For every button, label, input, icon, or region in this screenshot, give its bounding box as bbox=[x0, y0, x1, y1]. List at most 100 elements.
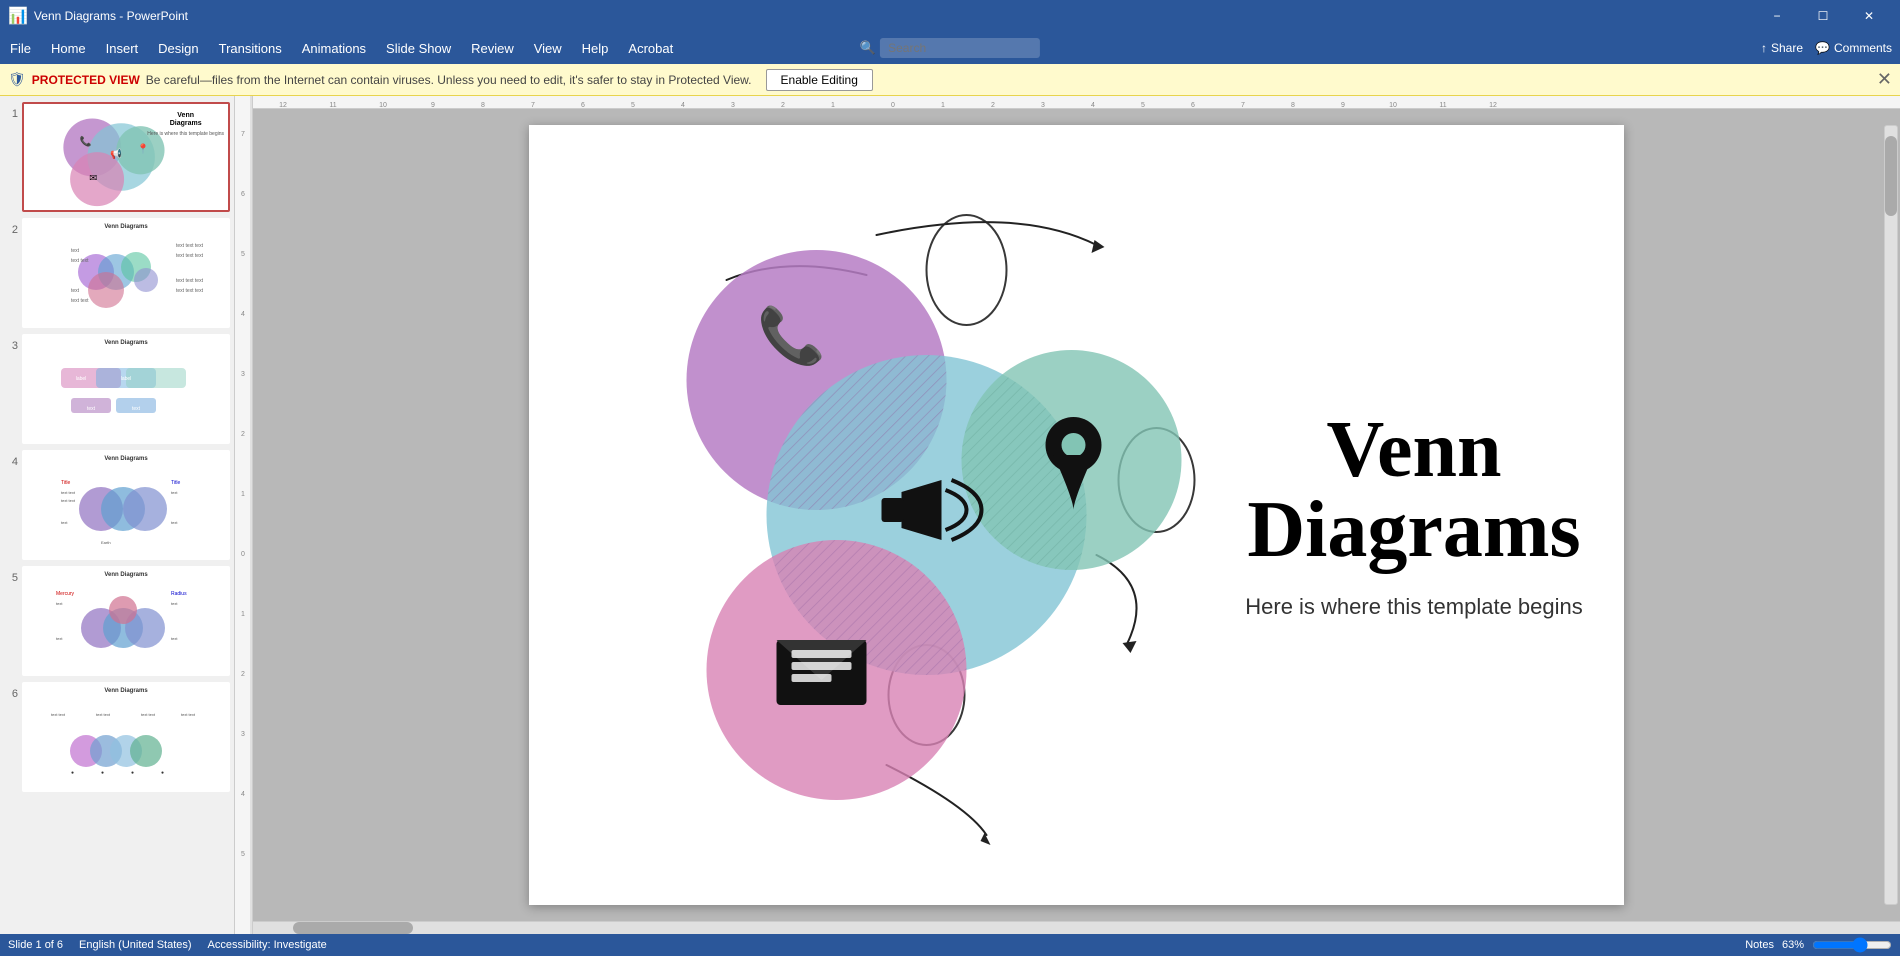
svg-text:text text: text text bbox=[96, 712, 111, 717]
slide-thumb-3[interactable]: 3 Venn Diagrams label label text text bbox=[4, 334, 230, 444]
slide-title-area: Venn Diagrams Here is where this templat… bbox=[1204, 125, 1624, 905]
svg-text:📍: 📍 bbox=[137, 143, 149, 155]
svg-text:1: 1 bbox=[241, 491, 245, 498]
svg-text:text: text bbox=[56, 636, 63, 641]
svg-text:4: 4 bbox=[241, 791, 245, 798]
svg-text:text: text bbox=[132, 406, 141, 412]
notes-button[interactable]: Notes bbox=[1745, 939, 1774, 951]
svg-text:8: 8 bbox=[481, 102, 485, 109]
app-icon: 📊 bbox=[8, 6, 28, 26]
comment-icon: 💬 bbox=[1815, 41, 1830, 55]
svg-text:Earth: Earth bbox=[101, 540, 111, 545]
horizontal-ruler: 12 11 10 9 8 7 6 5 4 3 2 1 0 1 2 3 4 5 6… bbox=[253, 96, 1900, 109]
svg-text:text text text: text text text bbox=[176, 278, 204, 284]
canvas-area: 12 11 10 9 8 7 6 5 4 3 2 1 0 1 2 3 4 5 6… bbox=[253, 96, 1900, 934]
slide-main-title: Venn Diagrams bbox=[1247, 410, 1580, 570]
slide-thumb-1[interactable]: 1 📞 📢 ✉ 📍 bbox=[4, 102, 230, 212]
slide-count: Slide 1 of 6 bbox=[8, 939, 63, 951]
svg-text:5: 5 bbox=[1141, 102, 1145, 109]
menu-item-acrobat[interactable]: Acrobat bbox=[618, 37, 683, 60]
close-protected-bar[interactable]: ✕ bbox=[1877, 69, 1892, 90]
horizontal-scrollbar[interactable] bbox=[253, 921, 1900, 934]
svg-text:11: 11 bbox=[1439, 102, 1446, 109]
svg-text:10: 10 bbox=[379, 102, 387, 109]
zoom-slider[interactable] bbox=[1812, 939, 1892, 951]
svg-text:7: 7 bbox=[241, 131, 245, 138]
menu-item-review[interactable]: Review bbox=[461, 37, 524, 60]
status-right: Notes 63% bbox=[1745, 939, 1892, 951]
svg-text:2: 2 bbox=[241, 671, 245, 678]
menu-item-slideshow[interactable]: Slide Show bbox=[376, 37, 461, 60]
enable-editing-button[interactable]: Enable Editing bbox=[766, 69, 873, 91]
window-controls: − ☐ ✕ bbox=[1754, 0, 1892, 32]
svg-text:8: 8 bbox=[1291, 102, 1295, 109]
svg-text:3: 3 bbox=[241, 731, 245, 738]
svg-text:1: 1 bbox=[941, 102, 945, 109]
svg-text:3: 3 bbox=[241, 371, 245, 378]
svg-text:2: 2 bbox=[991, 102, 995, 109]
svg-text:4: 4 bbox=[1091, 102, 1095, 109]
svg-text:📞: 📞 bbox=[757, 301, 826, 368]
svg-text:text: text bbox=[171, 520, 178, 525]
menu-item-help[interactable]: Help bbox=[572, 37, 619, 60]
svg-text:text text text: text text text bbox=[176, 253, 204, 259]
slides-panel: 1 📞 📢 ✉ 📍 bbox=[0, 96, 235, 934]
svg-text:text text: text text bbox=[61, 498, 76, 503]
svg-text:text: text bbox=[71, 288, 80, 294]
svg-text:text: text bbox=[171, 490, 178, 495]
maximize-button[interactable]: ☐ bbox=[1800, 0, 1846, 32]
svg-text:text text: text text bbox=[71, 258, 89, 264]
accessibility: Accessibility: Investigate bbox=[208, 939, 327, 951]
menu-item-home[interactable]: Home bbox=[41, 37, 96, 60]
svg-text:text: text bbox=[171, 636, 178, 641]
slide-number-3: 3 bbox=[4, 334, 18, 352]
slide-thumb-6[interactable]: 6 Venn Diagrams text text text text text… bbox=[4, 682, 230, 792]
svg-text:9: 9 bbox=[1341, 102, 1345, 109]
search-input[interactable] bbox=[880, 38, 1040, 58]
slide-thumb-5[interactable]: 5 Venn Diagrams Mercury text Radius text… bbox=[4, 566, 230, 676]
svg-text:1: 1 bbox=[831, 102, 835, 109]
svg-text:4: 4 bbox=[681, 102, 685, 109]
menu-item-insert[interactable]: Insert bbox=[96, 37, 149, 60]
svg-text:text text: text text bbox=[71, 298, 89, 304]
menu-item-file[interactable]: File bbox=[0, 37, 41, 60]
svg-text:12: 12 bbox=[279, 102, 287, 109]
protected-message: Be careful—files from the Internet can c… bbox=[146, 73, 752, 87]
menu-item-animations[interactable]: Animations bbox=[292, 37, 376, 60]
scrollbar-thumb-h[interactable] bbox=[293, 922, 413, 934]
scrollbar-thumb-v[interactable] bbox=[1885, 136, 1897, 216]
menu-item-design[interactable]: Design bbox=[148, 37, 208, 60]
svg-text:label: label bbox=[121, 376, 132, 382]
svg-text:0: 0 bbox=[241, 551, 245, 558]
slide-thumb-2[interactable]: 2 Venn Diagrams text text text text text… bbox=[4, 218, 230, 328]
svg-text:2: 2 bbox=[241, 431, 245, 438]
svg-text:Mercury: Mercury bbox=[56, 591, 75, 597]
language: English (United States) bbox=[79, 939, 192, 951]
menu-item-view[interactable]: View bbox=[524, 37, 572, 60]
svg-text:●: ● bbox=[131, 770, 134, 776]
svg-text:12: 12 bbox=[1489, 102, 1497, 109]
svg-text:5: 5 bbox=[241, 251, 245, 258]
svg-text:5: 5 bbox=[631, 102, 635, 109]
svg-text:✉: ✉ bbox=[89, 173, 97, 184]
share-button[interactable]: ↑ Share bbox=[1761, 41, 1803, 55]
svg-text:6: 6 bbox=[241, 191, 245, 198]
slide-number-1: 1 bbox=[4, 102, 18, 120]
svg-text:Title: Title bbox=[61, 480, 70, 486]
close-button[interactable]: ✕ bbox=[1846, 0, 1892, 32]
vertical-scrollbar[interactable] bbox=[1884, 125, 1898, 905]
menu-item-transitions[interactable]: Transitions bbox=[209, 37, 292, 60]
minimize-button[interactable]: − bbox=[1754, 0, 1800, 32]
svg-text:text: text bbox=[61, 520, 68, 525]
svg-text:text: text bbox=[87, 406, 96, 412]
comments-button[interactable]: 💬 Comments bbox=[1815, 41, 1892, 55]
protected-label: PROTECTED VIEW bbox=[32, 73, 140, 87]
slide-thumb-4[interactable]: 4 Venn Diagrams Title text text text tex… bbox=[4, 450, 230, 560]
share-icon: ↑ bbox=[1761, 41, 1767, 55]
status-left: Slide 1 of 6 English (United States) Acc… bbox=[8, 939, 327, 951]
svg-text:●: ● bbox=[71, 770, 74, 776]
svg-text:text text text: text text text bbox=[176, 243, 204, 249]
svg-text:text: text bbox=[171, 601, 178, 606]
svg-text:●: ● bbox=[101, 770, 104, 776]
search-icon: 🔍 bbox=[860, 40, 876, 56]
